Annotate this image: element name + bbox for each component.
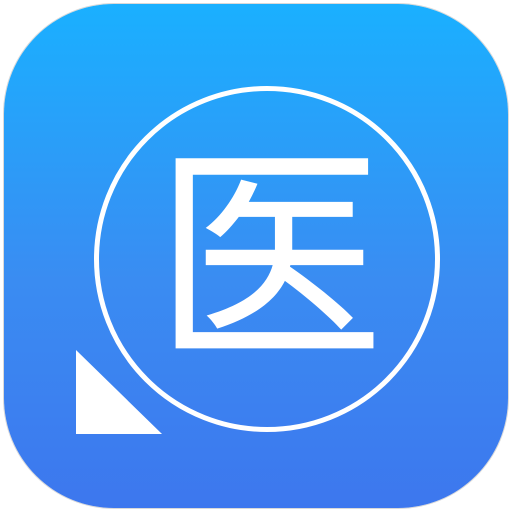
- icon-glyph: 医: [153, 127, 384, 394]
- screen: 医: [0, 0, 512, 512]
- magnifier-handle-triangle-icon: [76, 350, 162, 434]
